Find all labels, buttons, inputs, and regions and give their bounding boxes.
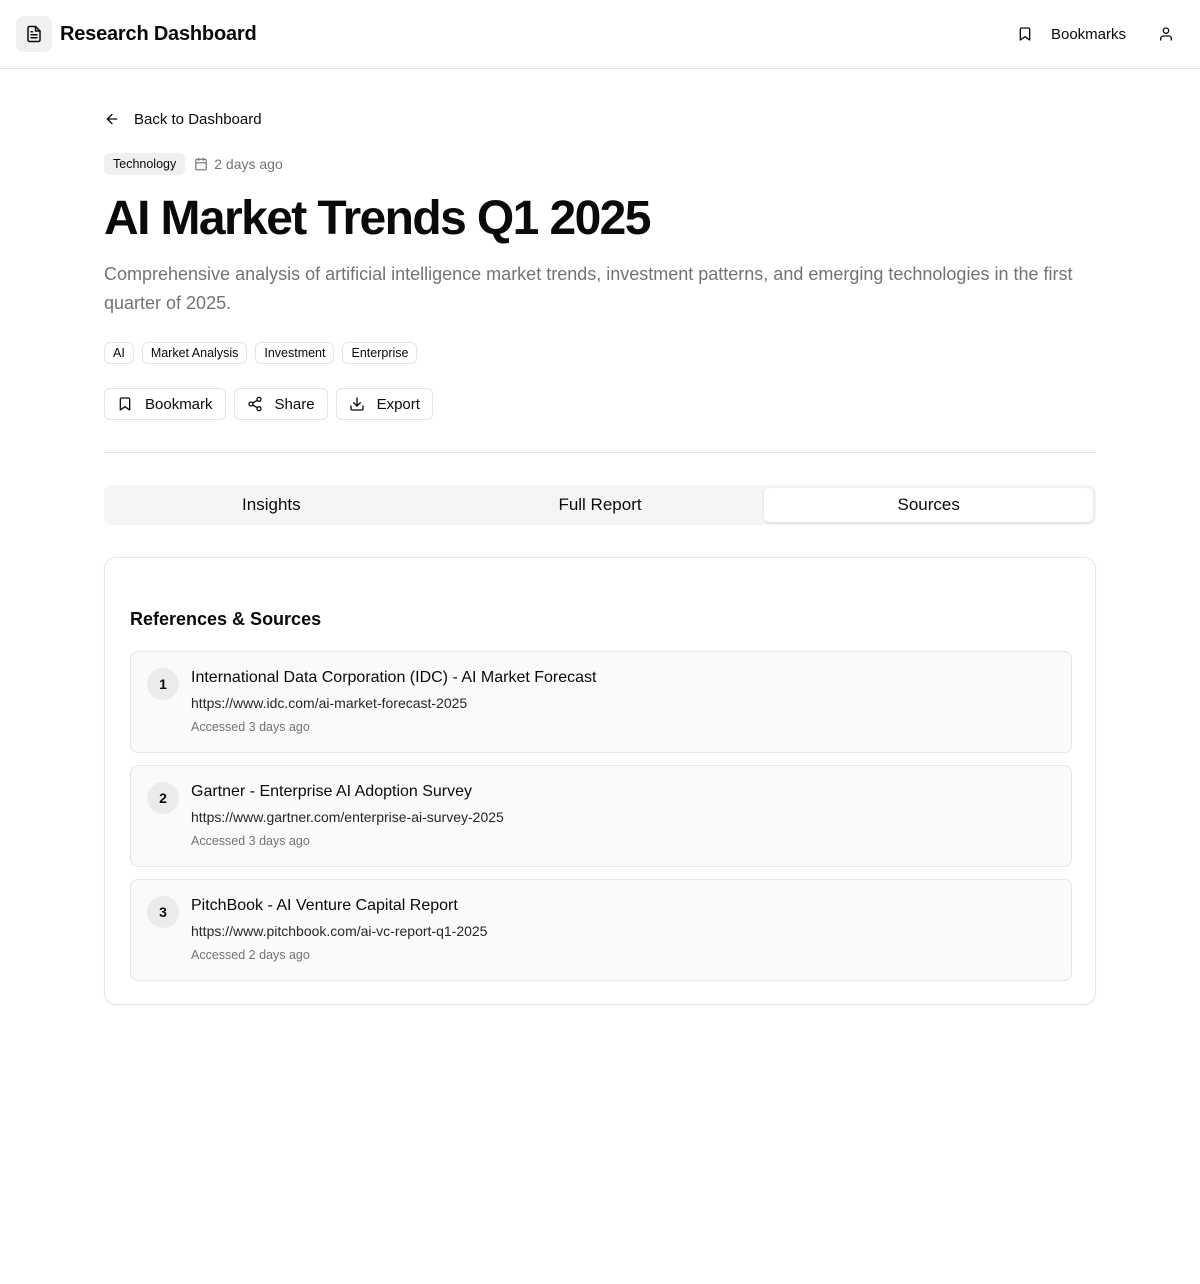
- tag-enterprise: Enterprise: [342, 342, 418, 364]
- report-meta: Technology 2 days ago: [104, 153, 283, 175]
- source-list: 1 International Data Corporation (IDC) -…: [130, 651, 1072, 993]
- sources-heading: References & Sources: [130, 609, 322, 629]
- report-actions: Bookmark Share Export: [104, 388, 441, 420]
- download-icon: [349, 397, 364, 411]
- source-item-2[interactable]: 2 Gartner - Enterprise AI Adoption Surve…: [130, 765, 1072, 867]
- source-accessed: Accessed 3 days ago: [191, 834, 310, 848]
- calendar-icon: [195, 157, 208, 171]
- back-label: Back to Dashboard: [134, 110, 262, 128]
- report-tabs: Insights Full Report Sources: [104, 485, 1096, 525]
- tab-sources[interactable]: Sources: [764, 488, 1094, 522]
- source-url[interactable]: https://www.gartner.com/enterprise-ai-su…: [191, 809, 504, 825]
- source-accessed: Accessed 3 days ago: [191, 720, 310, 734]
- user-icon: [1160, 27, 1172, 41]
- tab-insights[interactable]: Insights: [107, 488, 436, 522]
- tag-list: AI Market Analysis Investment Enterprise: [104, 342, 425, 364]
- file-text-icon: [27, 25, 41, 43]
- category-badge: Technology: [104, 153, 186, 175]
- source-url[interactable]: https://www.idc.com/ai-market-forecast-2…: [191, 695, 467, 711]
- source-url[interactable]: https://www.pitchbook.com/ai-vc-report-q…: [191, 923, 487, 939]
- app-logo[interactable]: [16, 16, 52, 52]
- report-description: Comprehensive analysis of artificial int…: [104, 264, 1073, 313]
- arrow-left-icon: [106, 113, 118, 125]
- export-label: Export: [376, 395, 420, 413]
- source-title: International Data Corporation (IDC) - A…: [191, 669, 597, 686]
- tag-market-analysis: Market Analysis: [141, 342, 248, 364]
- user-menu-button[interactable]: [1148, 16, 1184, 52]
- bookmarks-label: Bookmarks: [1050, 25, 1126, 43]
- report-date-text: 2 days ago: [214, 156, 283, 172]
- bookmark-label: Bookmark: [145, 395, 213, 413]
- top-bar: Research Dashboard Bookmarks: [0, 0, 1200, 69]
- source-item-3[interactable]: 3 PitchBook - AI Venture Capital Report …: [130, 879, 1072, 981]
- back-to-dashboard-link[interactable]: Back to Dashboard: [104, 107, 262, 131]
- source-title: PitchBook - AI Venture Capital Report: [191, 897, 458, 914]
- source-accessed: Accessed 2 days ago: [191, 948, 310, 962]
- share-label: Share: [274, 395, 315, 413]
- report-date: 2 days ago: [194, 156, 283, 172]
- tag-ai: AI: [104, 342, 134, 364]
- app-title: Research Dashboard: [60, 22, 257, 45]
- topbar-actions: Bookmarks: [1007, 16, 1184, 52]
- section-divider: [104, 452, 1096, 453]
- page-title: AI Market Trends Q1 2025: [104, 192, 651, 245]
- share-icon: [247, 396, 262, 412]
- export-button[interactable]: Export: [335, 388, 433, 420]
- share-button[interactable]: Share: [233, 388, 328, 420]
- sources-card: References & Sources 1 International Dat…: [104, 557, 1096, 1005]
- bookmarks-button[interactable]: Bookmarks: [1007, 16, 1136, 52]
- source-number: 2: [147, 782, 179, 814]
- tab-full-report[interactable]: Full Report: [436, 488, 765, 522]
- bookmark-icon: [1019, 27, 1031, 41]
- source-item-1[interactable]: 1 International Data Corporation (IDC) -…: [130, 651, 1072, 753]
- source-title: Gartner - Enterprise AI Adoption Survey: [191, 783, 473, 800]
- source-number: 3: [147, 896, 179, 928]
- bookmark-button[interactable]: Bookmark: [104, 388, 226, 420]
- source-number: 1: [147, 668, 179, 700]
- bookmark-icon: [119, 397, 131, 411]
- tag-investment: Investment: [255, 342, 335, 364]
